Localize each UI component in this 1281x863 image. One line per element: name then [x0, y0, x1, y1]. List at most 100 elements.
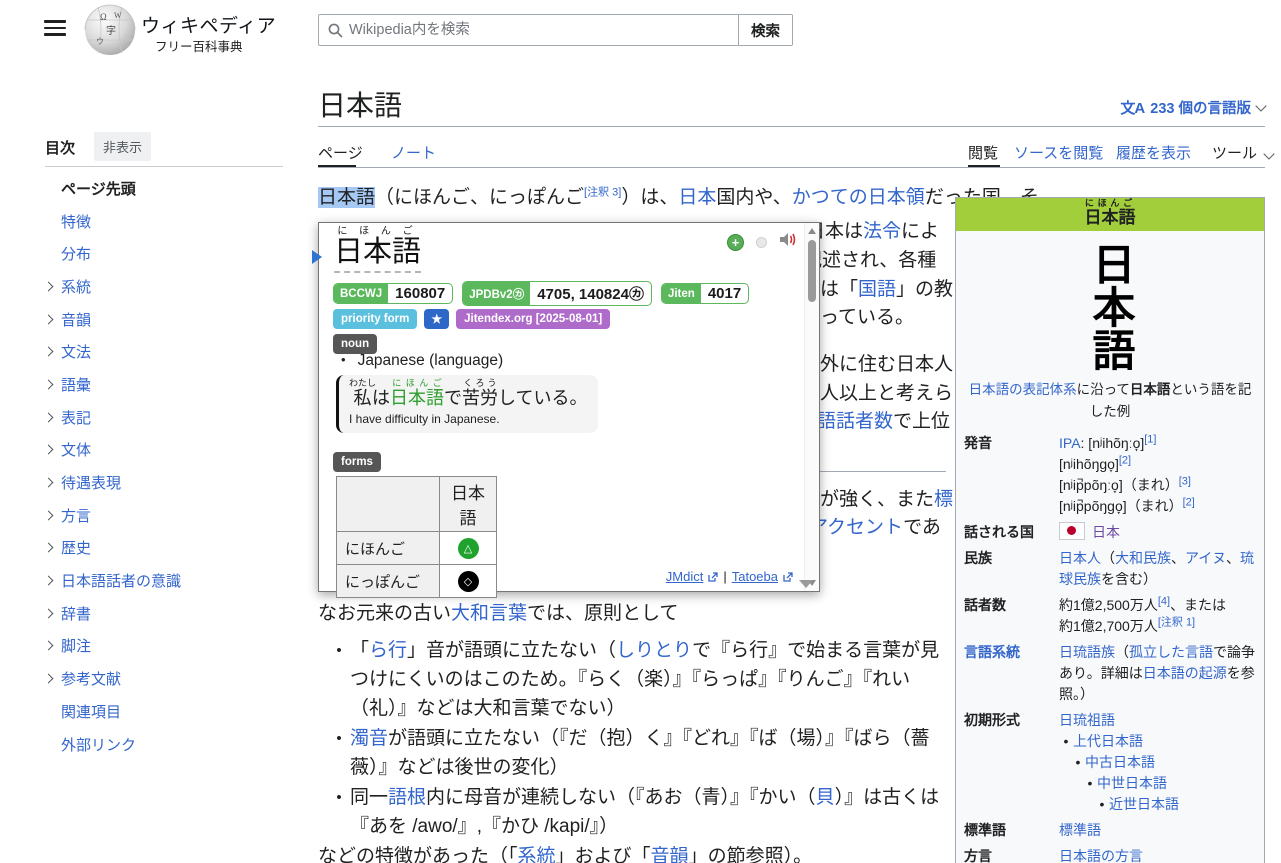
- link[interactable]: 日本: [1092, 524, 1120, 540]
- link[interactable]: 孤立した言語: [1129, 644, 1213, 660]
- text-fragment: 記述され、各種: [803, 245, 936, 272]
- link[interactable]: 日本語の方言: [1059, 848, 1143, 863]
- chevron-right-icon[interactable]: [44, 380, 54, 390]
- link[interactable]: 中世日本語: [1097, 773, 1167, 794]
- reference-link[interactable]: [1]: [1144, 433, 1156, 445]
- link[interactable]: 音韻: [651, 846, 689, 863]
- sidebar-item-音韻[interactable]: 音韻: [45, 303, 295, 336]
- chevron-right-icon[interactable]: [44, 347, 54, 357]
- link[interactable]: 貝: [816, 787, 835, 808]
- chevron-right-icon[interactable]: [44, 608, 54, 618]
- reference-link[interactable]: [4]: [1158, 595, 1170, 607]
- link[interactable]: 日本語の表記体系: [969, 382, 1077, 397]
- sidebar-item-文体[interactable]: 文体: [45, 434, 295, 467]
- link[interactable]: 日本: [678, 187, 716, 208]
- sidebar-item-外部リンク[interactable]: 外部リンク: [45, 728, 295, 761]
- sidebar-item-方言[interactable]: 方言: [45, 499, 295, 532]
- chevron-right-icon[interactable]: [44, 674, 54, 684]
- link[interactable]: 日本語の起源: [1143, 665, 1227, 681]
- add-note-icon[interactable]: +: [727, 234, 744, 251]
- link[interactable]: 語根: [388, 787, 426, 808]
- reference-link[interactable]: [3]: [1179, 475, 1191, 487]
- popup-scrollbar[interactable]: [804, 223, 819, 591]
- link[interactable]: 上代日本語: [1073, 731, 1143, 752]
- tab-ソースを閲覧[interactable]: ソースを閲覧: [1014, 142, 1103, 163]
- duplicate-note-icon[interactable]: [756, 237, 767, 248]
- sidebar-item-日本語話者の意識[interactable]: 日本語話者の意識: [45, 564, 295, 597]
- toc-hide-button[interactable]: 非表示: [94, 132, 151, 161]
- tab-履歴を表示[interactable]: 履歴を表示: [1116, 142, 1191, 163]
- link[interactable]: しりとり: [616, 640, 692, 661]
- link[interactable]: 近世日本語: [1109, 794, 1179, 815]
- scrollbar-thumb[interactable]: [808, 240, 816, 302]
- link[interactable]: 系統: [518, 846, 556, 863]
- tab-ページ[interactable]: ページ: [318, 142, 363, 163]
- link[interactable]: 法令: [863, 221, 901, 242]
- chevron-right-icon[interactable]: [44, 510, 54, 520]
- chevron-right-icon[interactable]: [44, 576, 54, 586]
- sidebar-item-表記[interactable]: 表記: [45, 401, 295, 434]
- chevron-right-icon[interactable]: [44, 281, 54, 291]
- sidebar-item-辞書[interactable]: 辞書: [45, 597, 295, 630]
- link[interactable]: 国語: [858, 279, 896, 300]
- tatoeba-link[interactable]: Tatoeba: [732, 569, 778, 584]
- toc-divider: [45, 166, 283, 167]
- link[interactable]: IPA: [1059, 435, 1081, 451]
- link[interactable]: アイヌ: [1185, 550, 1226, 566]
- chevron-right-icon[interactable]: [44, 445, 54, 455]
- language-versions-button[interactable]: 文A 233 個の言語版: [1120, 97, 1265, 118]
- infobox-label[interactable]: 言語系統: [964, 642, 1059, 705]
- link[interactable]: 日本人: [1059, 550, 1101, 566]
- link[interactable]: アクセント: [809, 517, 903, 538]
- sidebar-item-待遇表現[interactable]: 待遇表現: [45, 466, 295, 499]
- sidebar-item-系統[interactable]: 系統: [45, 270, 295, 303]
- link[interactable]: 標準語: [1059, 822, 1101, 838]
- link[interactable]: 日琉語族: [1059, 644, 1115, 660]
- sidebar-item-語彙[interactable]: 語彙: [45, 368, 295, 401]
- chevron-right-icon[interactable]: [44, 412, 54, 422]
- tab-閲覧[interactable]: 閲覧: [968, 142, 998, 163]
- link[interactable]: 日琉祖語: [1059, 712, 1115, 728]
- reference-link[interactable]: [注釈 3]: [584, 187, 621, 199]
- tab-ノート[interactable]: ノート: [391, 142, 436, 163]
- chevron-right-icon[interactable]: [44, 478, 54, 488]
- infobox-row-標準語: 標準語標準語: [956, 817, 1264, 843]
- wikipedia-logo[interactable]: Ω W 字 ウ: [84, 4, 136, 61]
- sidebar-item-文法[interactable]: 文法: [45, 335, 295, 368]
- chevron-right-icon[interactable]: [44, 641, 54, 651]
- sidebar-item-歴史[interactable]: 歴史: [45, 532, 295, 565]
- scroll-up-icon[interactable]: [808, 228, 816, 234]
- tab-ツール[interactable]: ツール: [1212, 142, 1273, 163]
- infobox-label: 初期形式: [964, 710, 1059, 815]
- link[interactable]: 語話者数: [817, 411, 893, 432]
- infobox-value: IPA: [nʲihõŋːo̞][1][nʲihõŋgo̞][2][nʲip̚p…: [1059, 433, 1256, 517]
- reference-link[interactable]: [2]: [1119, 454, 1131, 466]
- search-input[interactable]: [343, 15, 738, 45]
- popup-source-links: JMdict|Tatoeba: [666, 569, 793, 584]
- audio-icon[interactable]: [779, 231, 798, 253]
- link[interactable]: 大和言葉: [451, 603, 527, 624]
- site-wordmark[interactable]: ウィキペディア: [141, 11, 276, 38]
- reference-link[interactable]: [注釈 1]: [1158, 616, 1195, 628]
- sidebar-item-特徴[interactable]: 特徴: [45, 205, 295, 238]
- title-divider: [318, 126, 1265, 127]
- chevron-right-icon[interactable]: [44, 543, 54, 553]
- sidebar-item-脚注[interactable]: 脚注: [45, 630, 295, 663]
- reference-link[interactable]: [2]: [1183, 496, 1195, 508]
- link[interactable]: 中古日本語: [1085, 752, 1155, 773]
- sidebar-item-分布[interactable]: 分布: [45, 237, 295, 270]
- link[interactable]: 標: [934, 489, 953, 510]
- link[interactable]: 濁音: [350, 728, 388, 749]
- jmdict-link[interactable]: JMdict: [666, 569, 704, 584]
- chevron-right-icon[interactable]: [44, 314, 54, 324]
- search-button[interactable]: 検索: [738, 15, 792, 45]
- sidebar-item-関連項目[interactable]: 関連項目: [45, 695, 295, 728]
- infobox-title: 日本語にほんご: [956, 198, 1264, 231]
- resize-corner-icon[interactable]: [799, 580, 813, 588]
- link[interactable]: 大和民族: [1115, 550, 1171, 566]
- link[interactable]: ら行: [369, 640, 407, 661]
- hamburger-menu-icon[interactable]: [44, 20, 66, 36]
- link[interactable]: かつての日本領: [792, 187, 925, 208]
- sidebar-item-参考文献[interactable]: 参考文献: [45, 662, 295, 695]
- sidebar-item-ページ先頭[interactable]: ページ先頭: [45, 172, 295, 205]
